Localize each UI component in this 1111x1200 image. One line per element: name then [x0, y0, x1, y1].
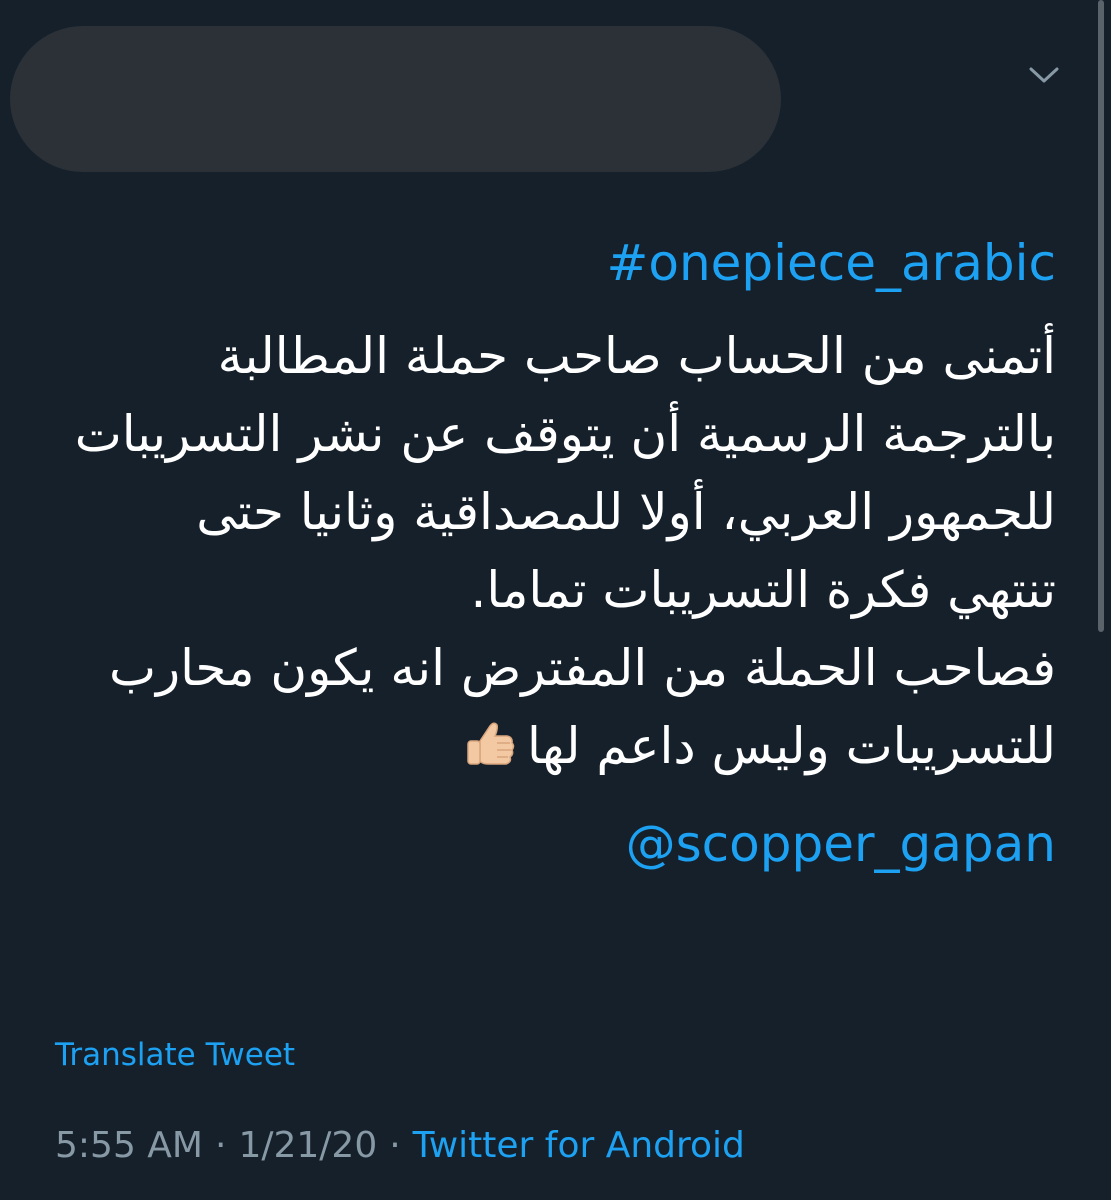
scrollbar[interactable]	[1098, 0, 1104, 632]
tweet-text-line-last: للتسريبات وليس داعم لها	[55, 707, 1056, 785]
hashtag-link[interactable]: #onepiece_arabic	[55, 222, 1056, 304]
tweet-menu-button[interactable]	[1026, 60, 1062, 90]
chevron-down-icon	[1029, 67, 1059, 83]
tweet-text: #onepiece_arabic أتمنى من الحساب صاحب حم…	[55, 222, 1056, 885]
tweet-text-line: تنتهي فكرة التسريبات تماما.	[470, 561, 1056, 619]
mention-link[interactable]: @scopper_gapan	[55, 803, 1056, 885]
tweet-date: 1/21/20	[238, 1125, 378, 1166]
tweet-time: 5:55 AM	[55, 1125, 203, 1166]
redacted-user-header	[10, 26, 781, 172]
tweet-text-line: بالترجمة الرسمية أن يتوقف عن نشر التسريب…	[74, 405, 1056, 463]
tweet-text-line: للتسريبات وليس داعم لها	[526, 717, 1056, 775]
tweet-source-link[interactable]: Twitter for Android	[413, 1125, 745, 1166]
tweet-text-line: فصاحب الحملة من المفترض انه يكون محارب	[108, 639, 1056, 697]
tweet-text-line: أتمنى من الحساب صاحب حملة المطالبة	[217, 327, 1056, 385]
thumbs-up-icon	[467, 722, 515, 765]
tweet-detail-view: #onepiece_arabic أتمنى من الحساب صاحب حم…	[0, 0, 1111, 1200]
tweet-metadata: 5:55 AM · 1/21/20 · Twitter for Android	[55, 1121, 745, 1171]
separator: ·	[389, 1125, 401, 1166]
translate-tweet-link[interactable]: Translate Tweet	[55, 1033, 295, 1077]
separator: ·	[214, 1125, 227, 1166]
tweet-text-line: للجمهور العربي، أولا للمصداقية وثانيا حت…	[196, 483, 1056, 541]
